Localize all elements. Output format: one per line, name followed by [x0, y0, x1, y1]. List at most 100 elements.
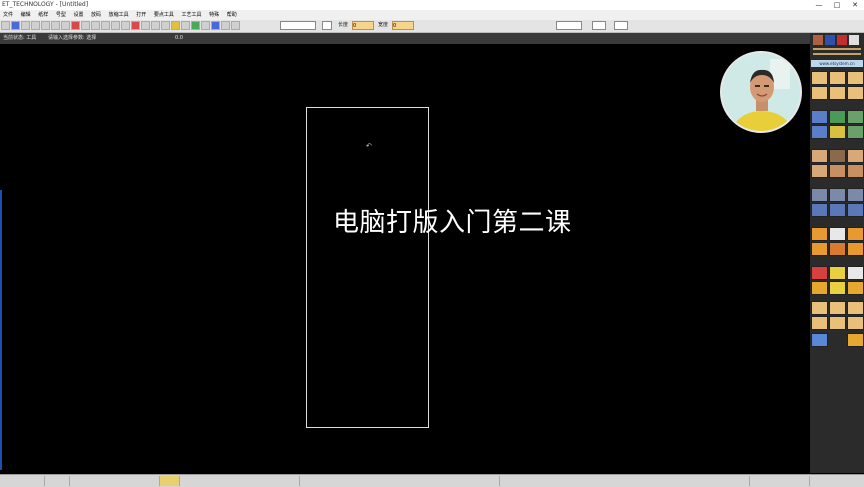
tool-settings-icon[interactable] [847, 316, 864, 330]
tool-scissor-icon[interactable] [811, 125, 828, 139]
tool-palette: www.etsystem.cn [810, 33, 864, 473]
tool-seam-icon[interactable] [847, 227, 864, 241]
tool-export-icon[interactable] [811, 316, 828, 330]
menu-file[interactable]: 文件 [0, 10, 16, 20]
tool-pleat-icon[interactable] [847, 281, 864, 295]
tool-pen-icon[interactable] [811, 110, 828, 124]
radio-option-a[interactable] [592, 21, 606, 30]
tool-stack-icon[interactable] [847, 203, 864, 217]
tool-sleeve-icon[interactable] [829, 149, 846, 163]
main-toolbar: 长度 0 宽度 0 [0, 20, 864, 33]
tool-split-icon[interactable] [847, 242, 864, 256]
line-icon[interactable] [141, 21, 150, 30]
tool-brush-icon[interactable] [847, 110, 864, 124]
tool-hand-icon[interactable] [829, 164, 846, 178]
tool-layout-icon[interactable] [811, 301, 828, 315]
tool-ruler-icon[interactable] [829, 71, 846, 85]
tool-align-icon[interactable] [829, 203, 846, 217]
tool-print-icon[interactable] [829, 316, 846, 330]
tool-drill-icon[interactable] [829, 266, 846, 280]
point-icon[interactable] [131, 21, 140, 30]
tool-plot-icon[interactable] [847, 301, 864, 315]
radio-option-b[interactable] [614, 21, 628, 30]
tool-pocket-icon[interactable] [811, 164, 828, 178]
length-label: 长度 [338, 22, 349, 28]
new-file-icon[interactable] [1, 21, 10, 30]
menu-grading[interactable]: 放码 [88, 10, 104, 20]
tool-spacer [829, 333, 846, 347]
zoom-icon[interactable] [41, 21, 50, 30]
layout-tools-group [810, 301, 864, 330]
tool-angle-icon[interactable] [829, 86, 846, 100]
toolbar-icons [1, 21, 240, 30]
tool-curve-icon[interactable] [811, 86, 828, 100]
menu-size[interactable]: 号型 [53, 10, 69, 20]
redo-icon[interactable] [61, 21, 70, 30]
open-file-icon[interactable] [11, 21, 20, 30]
options-icon[interactable] [231, 21, 240, 30]
tool-dart-icon[interactable] [847, 71, 864, 85]
maximize-icon[interactable]: □ [828, 0, 846, 10]
tool-mode-icon[interactable] [811, 333, 828, 347]
tool-grade-y-icon[interactable] [847, 188, 864, 202]
size-select[interactable] [556, 21, 582, 30]
menu-pattern[interactable]: 纸样 [35, 10, 51, 20]
measure-icon[interactable] [121, 21, 130, 30]
undo-icon[interactable] [51, 21, 60, 30]
tool-flag-icon[interactable] [829, 125, 846, 139]
layer-icon[interactable] [211, 21, 220, 30]
tool-pencil-icon[interactable] [829, 110, 846, 124]
tool-piece-icon[interactable] [811, 227, 828, 241]
menu-edit[interactable]: 编辑 [18, 10, 34, 20]
tool-measure-icon[interactable] [811, 71, 828, 85]
menu-settings[interactable]: 设置 [70, 10, 86, 20]
left-scroll-strip[interactable] [0, 190, 2, 470]
minimize-icon[interactable]: — [810, 0, 828, 10]
tool-grade-icon[interactable] [811, 188, 828, 202]
text-icon[interactable] [181, 21, 190, 30]
tool-pattern-icon[interactable] [811, 149, 828, 163]
delete-icon[interactable] [71, 21, 80, 30]
width-input[interactable]: 0 [392, 21, 414, 30]
bottom-cell-active[interactable] [160, 476, 180, 486]
tool-marker-icon[interactable] [829, 301, 846, 315]
curve-icon[interactable] [151, 21, 160, 30]
menu-key-tools[interactable]: 要点工具 [151, 10, 177, 20]
menu-special[interactable]: 特殊 [206, 10, 222, 20]
save-icon[interactable] [21, 21, 30, 30]
line-style-select[interactable] [280, 21, 316, 30]
width-label: 宽度 [378, 22, 389, 28]
tool-mark-icon[interactable] [811, 266, 828, 280]
tool-notch-icon[interactable] [847, 125, 864, 139]
grid-icon[interactable] [201, 21, 210, 30]
tool-zip-icon[interactable] [811, 281, 828, 295]
length-input[interactable]: 0 [352, 21, 374, 30]
tool-button-icon[interactable] [847, 266, 864, 280]
circle-icon[interactable] [161, 21, 170, 30]
pattern-piece-outline[interactable] [306, 107, 429, 428]
menu-craft-tools[interactable]: 工艺工具 [178, 10, 204, 20]
menu-scale-tools[interactable]: 放缩工具 [106, 10, 132, 20]
rotate-icon[interactable] [101, 21, 110, 30]
menu-help[interactable]: 帮助 [224, 10, 240, 20]
tool-fold-icon[interactable] [847, 164, 864, 178]
menu-open[interactable]: 打开 [133, 10, 149, 20]
tool-cm-icon[interactable] [847, 333, 864, 347]
tool-grade-x-icon[interactable] [829, 188, 846, 202]
move-icon[interactable] [91, 21, 100, 30]
tool-collar-icon[interactable] [847, 149, 864, 163]
tool-cut-icon[interactable] [811, 242, 828, 256]
highlight-icon[interactable] [171, 21, 180, 30]
print-icon[interactable] [31, 21, 40, 30]
pen-icon[interactable] [322, 21, 332, 30]
close-icon[interactable]: ✕ [846, 0, 864, 10]
tool-corner-icon[interactable] [829, 242, 846, 256]
tool-line-icon[interactable] [847, 86, 864, 100]
mirror-icon[interactable] [111, 21, 120, 30]
tool-stitch-icon[interactable] [829, 281, 846, 295]
select-icon[interactable] [81, 21, 90, 30]
color-icon[interactable] [191, 21, 200, 30]
tool-copy-icon[interactable] [811, 203, 828, 217]
snap-icon[interactable] [221, 21, 230, 30]
tool-label-icon[interactable] [829, 227, 846, 241]
